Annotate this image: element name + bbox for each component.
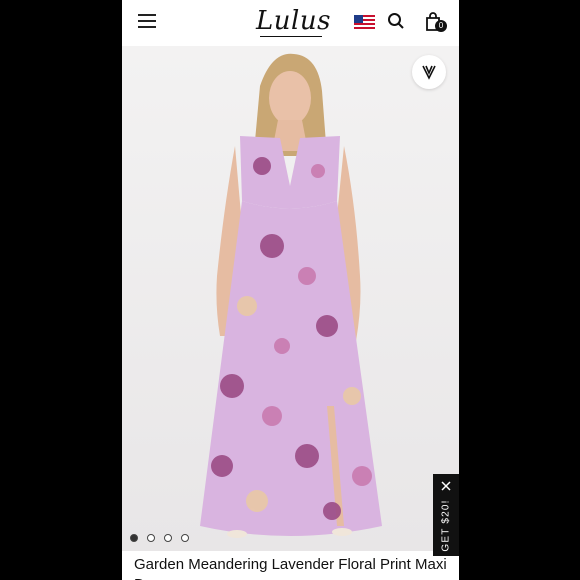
close-icon[interactable] [440, 480, 452, 492]
us-flag-icon[interactable] [354, 15, 375, 31]
heart-v-icon [422, 65, 436, 80]
mobile-screen: Lulus 0 GET $20! Garden Meandering Laven… [122, 0, 459, 580]
brand-logo[interactable]: Lulus [256, 6, 331, 36]
product-image[interactable] [122, 46, 459, 551]
pagination-dot-4[interactable] [181, 534, 189, 542]
image-pagination [130, 534, 189, 542]
search-icon[interactable] [387, 12, 405, 30]
pagination-dot-1[interactable] [130, 534, 138, 542]
promo-tab[interactable]: GET $20! [433, 474, 459, 556]
favorite-button[interactable] [412, 55, 446, 89]
cart-count-badge: 0 [435, 20, 447, 32]
pagination-dot-3[interactable] [164, 534, 172, 542]
pagination-dot-2[interactable] [147, 534, 155, 542]
menu-icon[interactable] [138, 14, 156, 28]
promo-label: GET $20! [440, 499, 452, 552]
logo-underline [260, 36, 322, 37]
site-header: Lulus 0 [122, 0, 459, 46]
product-title: Garden Meandering Lavender Floral Print … [134, 556, 447, 580]
